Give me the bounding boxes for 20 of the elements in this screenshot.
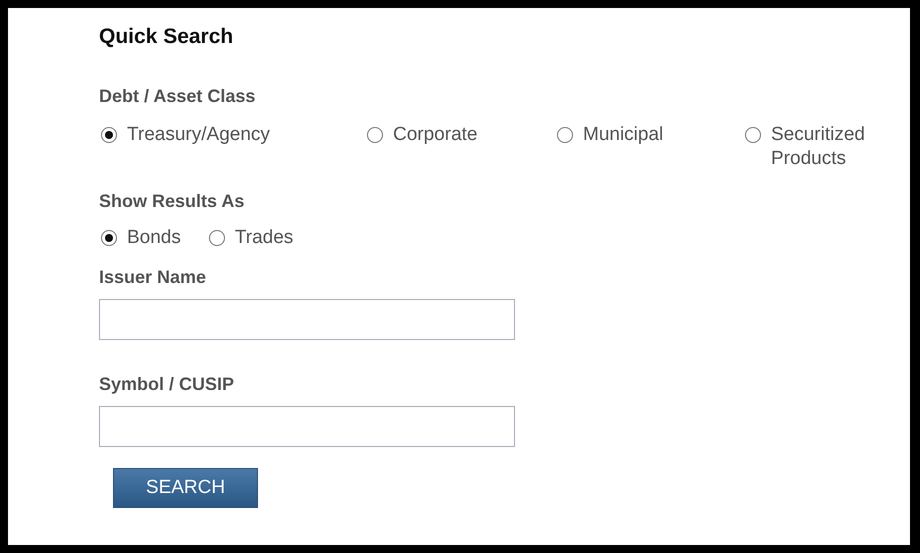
field-label: Issuer Name — [99, 267, 206, 288]
radio-option[interactable]: Corporate — [365, 123, 555, 147]
radio-button[interactable] — [101, 230, 117, 246]
radio-button[interactable] — [745, 127, 761, 143]
radio-button[interactable] — [557, 127, 573, 143]
field-label: Symbol / CUSIP — [99, 374, 234, 395]
issuer-name-field[interactable] — [99, 299, 515, 340]
radio-option[interactable]: Securitized Products — [743, 123, 871, 171]
radio-button[interactable] — [101, 127, 117, 143]
symbol-field[interactable] — [99, 406, 515, 447]
search-button[interactable]: SEARCH — [113, 468, 258, 508]
radio-option[interactable]: Bonds — [99, 226, 181, 250]
radio-button[interactable] — [208, 230, 225, 246]
radio-option[interactable]: Treasury/Agency — [99, 123, 365, 147]
field-label: Show Results As — [99, 191, 244, 212]
radio-button[interactable] — [367, 127, 383, 143]
field-label: Debt / Asset Class — [99, 86, 256, 107]
radio-option[interactable]: Municipal — [555, 123, 743, 147]
form-title: Quick Search — [99, 25, 234, 49]
radio-option[interactable]: Trades — [206, 226, 294, 250]
